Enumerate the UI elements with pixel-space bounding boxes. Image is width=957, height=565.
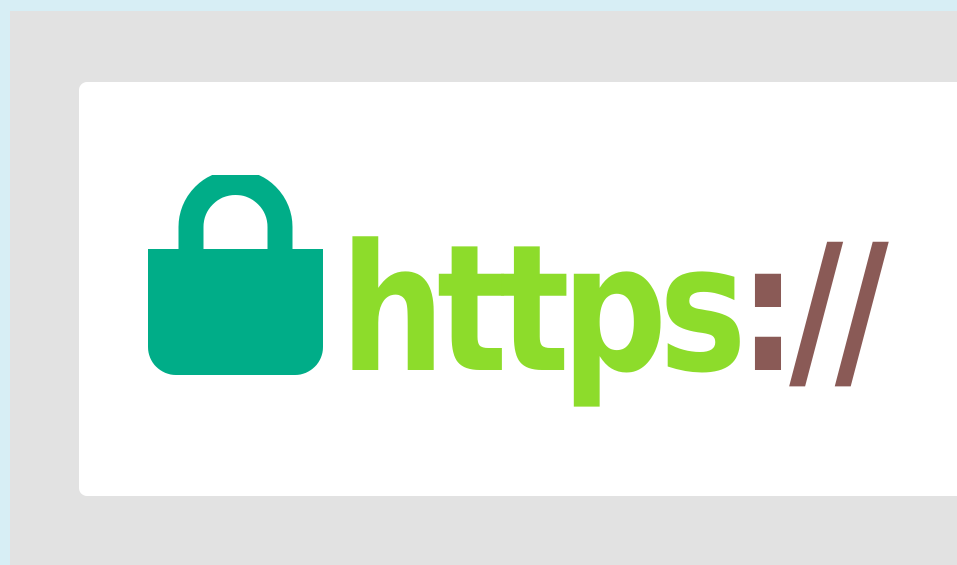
url-slashes: // — [789, 207, 889, 412]
url-scheme: https — [340, 207, 747, 412]
lock-icon — [148, 175, 323, 375]
url-colon: : — [738, 207, 797, 412]
url-protocol: https:// — [340, 207, 889, 412]
